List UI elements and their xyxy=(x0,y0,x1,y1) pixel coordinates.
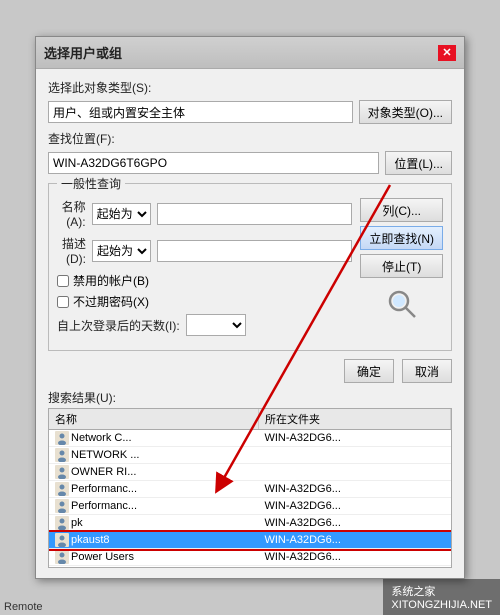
cancel-button[interactable]: 取消 xyxy=(402,359,452,383)
cell-name: NETWORK ... xyxy=(49,447,258,464)
close-button[interactable]: ✕ xyxy=(438,45,456,61)
search-now-button[interactable]: 立即查找(N) xyxy=(360,226,443,250)
days-row: 自上次登录后的天数(I): xyxy=(57,314,352,336)
cell-folder xyxy=(258,447,450,464)
table-row[interactable]: Performanc...WIN-A32DG6... xyxy=(49,498,451,515)
results-tbody: Network C...WIN-A32DG6... NETWORK ... OW… xyxy=(49,430,451,569)
dialog-body: 选择此对象类型(S): 对象类型(O)... 查找位置(F): 位置(L)...… xyxy=(36,69,464,578)
watermark-line2: XITONGZHIJIA.NET xyxy=(391,599,492,611)
cell-name: pkaust8 xyxy=(49,532,258,549)
cell-folder: WIN-A32DG6... xyxy=(258,566,450,569)
object-type-button[interactable]: 对象类型(O)... xyxy=(359,100,452,124)
inner-layout: 名称(A): 起始为 描述(D): 起始为 xyxy=(57,190,443,342)
name-row: 名称(A): 起始为 xyxy=(57,198,352,229)
search-results-label: 搜索结果(U): xyxy=(48,389,452,406)
cell-name: Power Users xyxy=(49,549,258,566)
table-row[interactable]: NETWORK ... xyxy=(49,447,451,464)
results-table-wrapper[interactable]: 名称 所在文件夹 Network C...WIN-A32DG6... NETWO… xyxy=(48,408,452,568)
col-name-header: 名称 xyxy=(49,409,258,430)
watermark: 系统之家 XITONGZHIJIA.NET xyxy=(383,579,500,615)
user-icon xyxy=(55,499,69,513)
col-folder-header: 所在文件夹 xyxy=(258,409,450,430)
no-expiry-label: 不过期密码(X) xyxy=(73,293,149,310)
desc-value-input[interactable] xyxy=(157,240,352,262)
select-user-dialog: 选择用户或组 ✕ 选择此对象类型(S): 对象类型(O)... 查找位置(F):… xyxy=(35,36,465,579)
table-row[interactable]: Power UsersWIN-A32DG6... xyxy=(49,549,451,566)
cell-folder: WIN-A32DG6... xyxy=(258,498,450,515)
object-type-label: 选择此对象类型(S): xyxy=(48,79,452,96)
checkbox-disabled-row: 禁用的帐户(B) xyxy=(57,272,352,289)
search-icon-area xyxy=(360,288,443,323)
ok-cancel-row: 确定 取消 xyxy=(48,359,452,383)
query-groupbox: 一般性查询 名称(A): 起始为 描述(D): xyxy=(48,183,452,351)
cell-folder: WIN-A32DG6... xyxy=(258,481,450,498)
table-header-row: 名称 所在文件夹 xyxy=(49,409,451,430)
search-icon xyxy=(386,288,418,320)
checkbox-noexpiry-row: 不过期密码(X) xyxy=(57,293,352,310)
user-icon xyxy=(55,533,69,547)
location-input[interactable] xyxy=(48,152,379,174)
disabled-accounts-checkbox[interactable] xyxy=(57,275,69,287)
stop-button[interactable]: 停止(T) xyxy=(360,254,443,278)
desc-select[interactable]: 起始为 xyxy=(92,240,151,262)
cell-name: Performanc... xyxy=(49,498,258,515)
name-select[interactable]: 起始为 xyxy=(92,203,151,225)
table-row[interactable]: Remote De...WIN-A32DG6... xyxy=(49,566,451,569)
table-row[interactable]: pkWIN-A32DG6... xyxy=(49,515,451,532)
table-row[interactable]: Network C...WIN-A32DG6... xyxy=(49,430,451,447)
desc-label: 描述(D): xyxy=(57,235,86,266)
name-value-input[interactable] xyxy=(157,203,353,225)
cell-folder xyxy=(258,464,450,481)
groupbox-legend: 一般性查询 xyxy=(57,175,125,192)
dialog-titlebar: 选择用户或组 ✕ xyxy=(36,37,464,69)
user-icon xyxy=(55,482,69,496)
left-form: 名称(A): 起始为 描述(D): 起始为 xyxy=(57,190,352,342)
name-label: 名称(A): xyxy=(57,198,86,229)
location-button[interactable]: 位置(L)... xyxy=(385,151,452,175)
user-icon xyxy=(55,465,69,479)
columns-button[interactable]: 列(C)... xyxy=(360,198,443,222)
cell-folder: WIN-A32DG6... xyxy=(258,430,450,447)
results-table: 名称 所在文件夹 Network C...WIN-A32DG6... NETWO… xyxy=(49,409,451,568)
disabled-accounts-label: 禁用的帐户(B) xyxy=(73,272,149,289)
desc-row: 描述(D): 起始为 xyxy=(57,235,352,266)
right-buttons: 列(C)... 立即查找(N) 停止(T) xyxy=(360,198,443,342)
user-icon xyxy=(55,567,69,568)
user-icon xyxy=(55,516,69,530)
user-icon xyxy=(55,550,69,564)
cell-folder: WIN-A32DG6... xyxy=(258,549,450,566)
user-icon xyxy=(55,431,69,445)
user-icon xyxy=(55,448,69,462)
cell-name: Remote De... xyxy=(49,566,258,569)
table-row[interactable]: Performanc...WIN-A32DG6... xyxy=(49,481,451,498)
cell-folder: WIN-A32DG6... xyxy=(258,532,450,549)
cell-name: OWNER RI... xyxy=(49,464,258,481)
cell-name: pk xyxy=(49,515,258,532)
location-label: 查找位置(F): xyxy=(48,130,452,147)
ok-button[interactable]: 确定 xyxy=(344,359,394,383)
table-row[interactable]: pkaust8WIN-A32DG6... xyxy=(49,532,451,549)
object-type-input[interactable] xyxy=(48,101,353,123)
days-select[interactable] xyxy=(186,314,246,336)
cell-folder: WIN-A32DG6... xyxy=(258,515,450,532)
watermark-line1: 系统之家 xyxy=(391,583,492,599)
location-row: 位置(L)... xyxy=(48,151,452,175)
no-expiry-checkbox[interactable] xyxy=(57,296,69,308)
table-row[interactable]: OWNER RI... xyxy=(49,464,451,481)
bottom-remote-label: Remote xyxy=(0,599,47,615)
cell-name: Network C... xyxy=(49,430,258,447)
object-type-row: 对象类型(O)... xyxy=(48,100,452,124)
cell-name: Performanc... xyxy=(49,481,258,498)
dialog-title: 选择用户或组 xyxy=(44,43,122,62)
days-label: 自上次登录后的天数(I): xyxy=(57,317,180,334)
